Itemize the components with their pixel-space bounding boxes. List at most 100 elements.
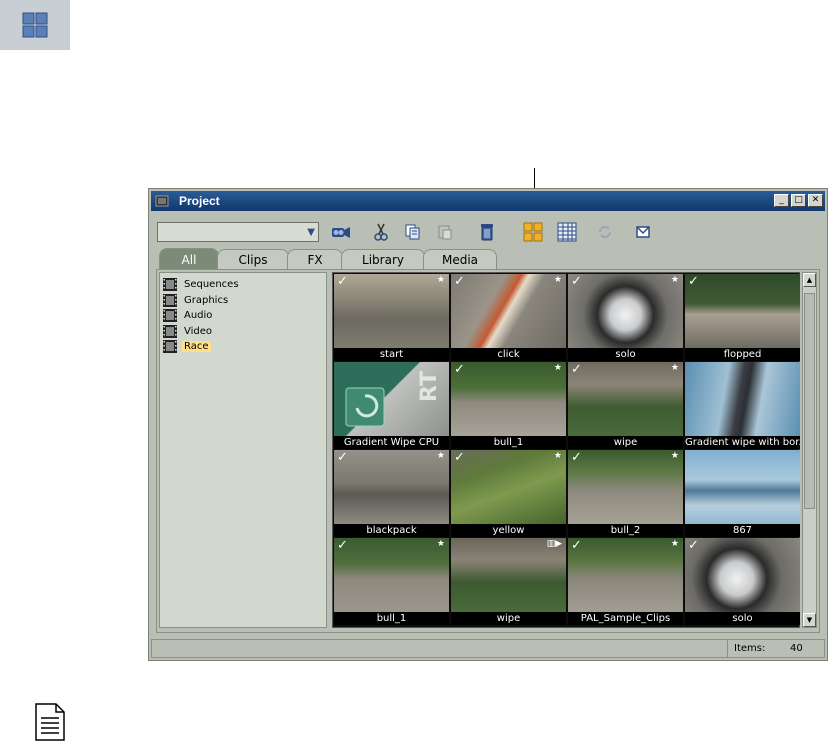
camera-icon [332, 227, 350, 238]
clip-caption: click [451, 348, 566, 361]
items-count: 40 [790, 643, 803, 654]
clip-thumbnail[interactable]: ✓ ★ wipe [568, 362, 683, 449]
window-title: Project [179, 194, 220, 208]
clip-thumbnail[interactable]: ✓ ★ blackpack [334, 450, 449, 537]
scroll-up-button[interactable]: ▲ [803, 273, 816, 287]
clip-thumbnail[interactable]: ✓ ★ PAL_Sample_Clips [568, 538, 683, 625]
clip-thumbnail[interactable]: ✓ ★ bull_2 [568, 450, 683, 537]
bin-dropdown[interactable]: ▼ [157, 222, 319, 242]
tab-fx[interactable]: FX [287, 249, 343, 269]
paste-button[interactable] [433, 220, 457, 244]
scroll-thumb[interactable] [804, 293, 815, 509]
clip-preview [685, 538, 800, 612]
content-area: Sequences Graphics Audio Video Race ✓ ★ … [156, 269, 820, 633]
check-icon: ✓ [337, 274, 348, 289]
clip-thumbnail[interactable]: ✓ solo [685, 538, 800, 625]
star-icon: ★ [670, 275, 679, 285]
scissors-icon [374, 223, 388, 241]
clip-thumbnail[interactable]: ✓ ★ bull_1 [334, 538, 449, 625]
clip-preview [451, 538, 566, 612]
clip-preview: RT [334, 362, 449, 436]
clip-thumbnail[interactable]: ✓ ★ bull_1 [451, 362, 566, 449]
clip-preview [568, 362, 683, 436]
clip-thumbnail[interactable]: ✓ flopped [685, 274, 800, 361]
clip-caption: yellow [451, 524, 566, 537]
audio-video-icon: ▥▶ [546, 539, 562, 549]
thumbnail-view-button[interactable] [521, 220, 545, 244]
tree-item-label: Audio [184, 310, 213, 322]
clip-caption: 867 [685, 524, 800, 537]
star-icon: ★ [553, 275, 562, 285]
film-folder-icon [163, 324, 177, 338]
clip-caption: Gradient Wipe CPU [334, 436, 449, 449]
film-folder-icon [163, 278, 177, 292]
scroll-down-button[interactable]: ▼ [803, 613, 816, 627]
star-icon: ★ [553, 451, 562, 461]
refresh-button[interactable] [593, 220, 617, 244]
clip-thumbnail[interactable]: ✓ ★ start [334, 274, 449, 361]
check-icon: ✓ [454, 274, 465, 289]
clip-preview [451, 274, 566, 348]
minimize-button[interactable]: _ [774, 194, 789, 207]
star-icon: ★ [436, 451, 445, 461]
clip-preview [685, 362, 800, 436]
film-folder-icon [163, 340, 177, 354]
clip-caption: solo [685, 612, 800, 625]
title-bar[interactable]: Project _ □ ✕ [151, 191, 825, 211]
clip-caption: solo [568, 348, 683, 361]
items-label: Items: [734, 643, 766, 654]
list-view-button[interactable] [555, 220, 579, 244]
check-icon: ✓ [337, 450, 348, 465]
clip-thumbnail[interactable]: ✓ ★ solo [568, 274, 683, 361]
clip-preview [334, 538, 449, 612]
vertical-scrollbar[interactable]: ▲ ▼ [802, 272, 817, 628]
clip-preview [685, 274, 800, 348]
toolbar: ▼ [157, 220, 819, 244]
maximize-button[interactable]: □ [791, 194, 806, 207]
effect-thumbnail[interactable]: Gradient wipe with bor... [685, 362, 800, 449]
tree-item-sequences[interactable]: Sequences [160, 277, 326, 293]
note-icon [35, 703, 65, 741]
clip-thumbnail[interactable]: ✓ ★ click [451, 274, 566, 361]
tree-item-race[interactable]: Race [160, 339, 326, 355]
clip-caption: wipe [568, 436, 683, 449]
clip-preview [334, 450, 449, 524]
capture-button[interactable] [329, 220, 353, 244]
copy-button[interactable] [401, 220, 425, 244]
star-icon: ★ [436, 539, 445, 549]
tree-item-label: Sequences [184, 279, 239, 291]
clip-thumbnail[interactable]: ✓ ★ yellow [451, 450, 566, 537]
status-bar: Items: 40 [151, 639, 825, 658]
tab-clips[interactable]: Clips [217, 249, 289, 269]
tab-library[interactable]: Library [341, 249, 425, 269]
trash-icon [481, 224, 493, 241]
envelope-icon [636, 226, 650, 238]
tab-media[interactable]: Media [423, 249, 497, 269]
close-button[interactable]: ✕ [808, 194, 823, 207]
delete-button[interactable] [475, 220, 499, 244]
send-button[interactable] [631, 220, 655, 244]
tree-item-label: Video [184, 325, 213, 337]
clip-caption: bull_2 [568, 524, 683, 537]
clip-caption: bull_1 [334, 612, 449, 625]
clip-caption: start [334, 348, 449, 361]
tree-item-graphics[interactable]: Graphics [160, 293, 326, 309]
tab-all[interactable]: All [159, 248, 219, 270]
bin-tree: Sequences Graphics Audio Video Race [159, 272, 327, 628]
tree-item-audio[interactable]: Audio [160, 308, 326, 324]
clip-thumbnail[interactable]: ▥▶ wipe [451, 538, 566, 625]
tree-item-video[interactable]: Video [160, 324, 326, 340]
star-icon: ★ [670, 363, 679, 373]
check-icon: ✓ [337, 538, 348, 553]
star-icon: ★ [553, 363, 562, 373]
clip-preview [568, 274, 683, 348]
effect-thumbnail[interactable]: RT Gradient Wipe CPU [334, 362, 449, 449]
gradient-wipe-logo-icon: RT [345, 371, 442, 427]
clip-preview [334, 274, 449, 348]
thumbnail-view-icon [0, 0, 70, 50]
copy-icon [405, 224, 420, 240]
clip-preview [451, 450, 566, 524]
effect-thumbnail[interactable]: 867 [685, 450, 800, 537]
clip-caption: flopped [685, 348, 800, 361]
cut-button[interactable] [369, 220, 393, 244]
